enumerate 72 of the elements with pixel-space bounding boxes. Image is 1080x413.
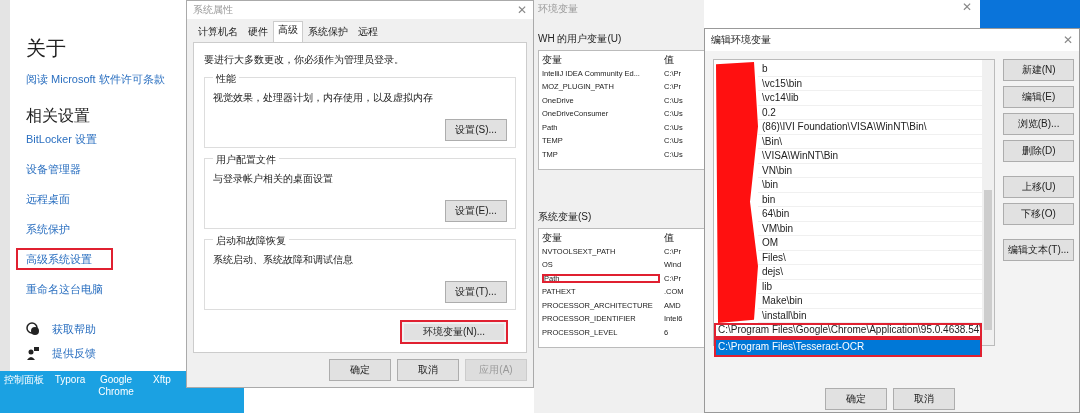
settings-link[interactable]: 高级系统设置 xyxy=(16,248,113,270)
action-button[interactable]: 编辑文本(T)... xyxy=(1003,239,1075,261)
tab[interactable]: 远程 xyxy=(353,21,383,42)
action-button[interactable]: 上移(U) xyxy=(1003,176,1075,198)
help-link[interactable]: 获取帮助 xyxy=(50,320,98,338)
tab[interactable]: 系统保护 xyxy=(303,21,353,42)
action-button[interactable]: 删除(D) xyxy=(1003,140,1075,162)
path-entry[interactable]: dejs\ xyxy=(758,265,983,280)
close-icon[interactable]: ✕ xyxy=(962,0,972,14)
path-entry[interactable]: (86)\IVI Foundation\VISA\WinNT\Bin\ xyxy=(758,120,983,135)
license-link[interactable]: 阅读 Microsoft 软件许可条款 xyxy=(16,68,175,90)
group-description: 与登录帐户相关的桌面设置 xyxy=(213,172,334,186)
scrollbar[interactable] xyxy=(982,60,995,345)
window-title: 系统属性 xyxy=(193,3,233,17)
path-entry[interactable]: VM\bin xyxy=(758,221,983,236)
section-title: 系统变量(S) xyxy=(538,210,593,224)
dialog-button[interactable]: 确定 xyxy=(825,388,887,410)
tab[interactable]: 计算机名 xyxy=(193,21,243,42)
section-title: WH 的用户变量(U) xyxy=(538,32,623,46)
help-icon xyxy=(26,322,40,336)
close-icon[interactable]: ✕ xyxy=(1063,33,1073,47)
path-entry[interactable]: lib xyxy=(758,279,983,294)
path-entry[interactable]: C:\Program Files\Google\Chrome\Application\95.0.4638.54\ xyxy=(714,323,983,338)
group-title: 启动和故障恢复 xyxy=(213,234,289,248)
dialog-button[interactable]: 取消 xyxy=(397,359,459,381)
action-button[interactable]: 浏览(B)... xyxy=(1003,113,1075,135)
path-entry[interactable]: Make\bin xyxy=(758,294,983,309)
path-entry[interactable]: bin xyxy=(758,192,983,207)
column-header[interactable]: 值 xyxy=(664,230,702,245)
group-title: 性能 xyxy=(213,72,239,86)
tab[interactable]: 硬件 xyxy=(243,21,273,42)
path-entry[interactable]: 0.2 xyxy=(758,105,983,120)
group-description: 视觉效果，处理器计划，内存使用，以及虚拟内存 xyxy=(213,91,434,105)
close-icon[interactable]: ✕ xyxy=(517,3,527,17)
column-header[interactable]: 值 xyxy=(664,52,702,67)
dialog-title: 编辑环境变量 xyxy=(711,33,771,47)
settings-link[interactable]: BitLocker 设置 xyxy=(16,128,113,150)
path-entry[interactable]: \vc14\lib xyxy=(758,91,983,106)
settings-link[interactable]: 重命名这台电脑 xyxy=(16,278,113,300)
action-button[interactable]: 新建(N) xyxy=(1003,59,1075,81)
group-title: 用户配置文件 xyxy=(213,153,279,167)
column-header[interactable]: 变量 xyxy=(542,52,664,67)
page-heading: 关于 xyxy=(26,36,66,60)
path-entry[interactable]: \install\bin xyxy=(758,308,983,323)
window-title: 环境变量 xyxy=(538,2,579,16)
person-icon xyxy=(26,346,40,360)
environment-variables-button[interactable]: 环境变量(N)... xyxy=(400,320,508,344)
settings-button[interactable]: 设置(S)... xyxy=(445,119,507,141)
path-entry[interactable]: Files\ xyxy=(758,250,983,265)
dialog-button[interactable]: 确定 xyxy=(329,359,391,381)
notice-text: 要进行大多数更改，你必须作为管理员登录。 xyxy=(204,53,405,67)
settings-link[interactable]: 系统保护 xyxy=(16,218,113,240)
path-entry[interactable]: \vc15\bin xyxy=(758,76,983,91)
action-button[interactable]: 编辑(E) xyxy=(1003,86,1075,108)
help-link[interactable]: 提供反馈 xyxy=(50,344,98,362)
action-button[interactable]: 下移(O) xyxy=(1003,203,1075,225)
settings-button[interactable]: 设置(T)... xyxy=(445,281,507,303)
path-entry[interactable]: b xyxy=(758,62,983,77)
path-entry[interactable]: \Bin\ xyxy=(758,134,983,149)
column-header[interactable]: 变量 xyxy=(542,230,664,245)
path-entry[interactable]: \bin xyxy=(758,178,983,193)
tab[interactable]: 高级 xyxy=(273,21,303,42)
path-entry[interactable]: VN\bin xyxy=(758,163,983,178)
dialog-button[interactable]: 取消 xyxy=(893,388,955,410)
path-entry[interactable]: OM xyxy=(758,236,983,251)
settings-link[interactable]: 设备管理器 xyxy=(16,158,113,180)
settings-button[interactable]: 设置(E)... xyxy=(445,200,507,222)
section-heading: 相关设置 xyxy=(26,106,90,126)
group-description: 系统启动、系统故障和调试信息 xyxy=(213,253,354,267)
settings-link[interactable]: 远程桌面 xyxy=(16,188,113,210)
path-entry[interactable]: \VISA\WinNT\Bin xyxy=(758,149,983,164)
path-entry[interactable]: 64\bin xyxy=(758,207,983,222)
